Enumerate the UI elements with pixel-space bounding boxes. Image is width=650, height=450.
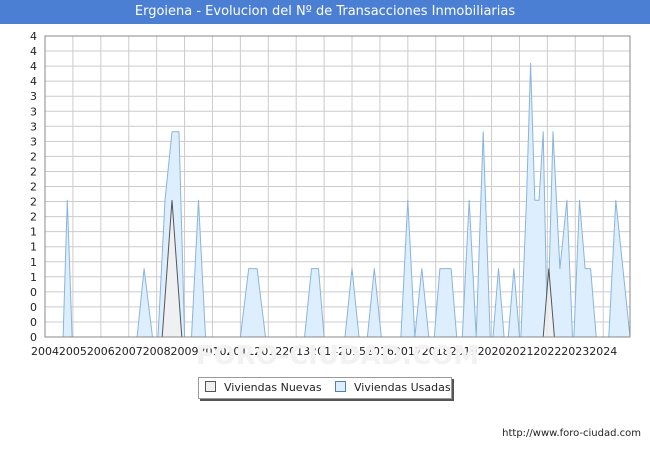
legend-item-nuevas: Viviendas Nuevas [205,381,322,395]
legend-item-usadas: Viviendas Usadas [335,381,451,395]
y-tick-label: 4 [30,75,37,88]
x-tick-label: 2023 [561,345,589,358]
x-tick-label: 2008 [143,345,171,358]
x-tick-label: 2005 [59,345,87,358]
y-tick-label: 0 [30,301,37,314]
legend-swatch-usadas [335,381,346,392]
x-tick-label: 2009 [171,345,199,358]
x-tick-label: 2006 [87,345,115,358]
y-tick-label: 4 [30,30,37,43]
y-tick-label: 1 [30,226,37,239]
legend-label-nuevas: Viviendas Nuevas [224,381,322,394]
y-tick-label: 4 [30,45,37,58]
x-tick-label: 2004 [31,345,59,358]
y-tick-label: 2 [30,211,37,224]
y-tick-label: 3 [30,105,37,118]
y-tick-label: 0 [30,286,37,299]
y-tick-label: 3 [30,120,37,133]
y-tick-label: 0 [30,331,37,344]
chart-legend: Viviendas Nuevas Viviendas Usadas [198,377,452,399]
legend-swatch-nuevas [205,381,216,392]
x-tick-label: 2021 [505,345,533,358]
y-tick-label: 1 [30,271,37,284]
y-tick-label: 4 [30,60,37,73]
y-tick-label: 1 [30,241,37,254]
y-tick-label: 2 [30,196,37,209]
y-tick-label: 2 [30,150,37,163]
y-tick-label: 1 [30,256,37,269]
chart-area: 2004 2005 2006 2007 2008 2009 2010 2011 2012 2013… [30,30,631,370]
x-tick-label: 2007 [115,345,143,358]
x-tick-label: 2024 [589,345,617,358]
y-tick-label: 0 [30,316,37,329]
y-tick-label: 2 [30,165,37,178]
watermark: FORO-CIUDAD.COM [196,341,479,370]
chart-title: Ergoiena - Evolucion del Nº de Transacci… [0,0,650,24]
x-tick-label: 2022 [533,345,561,358]
source-credit: http://www.foro-ciudad.com [502,428,641,439]
y-tick-label: 3 [30,90,37,103]
y-tick-label: 3 [30,135,37,148]
y-tick-label: 2 [30,181,37,194]
x-tick-label: 2020 [478,345,506,358]
legend-label-usadas: Viviendas Usadas [354,381,451,394]
